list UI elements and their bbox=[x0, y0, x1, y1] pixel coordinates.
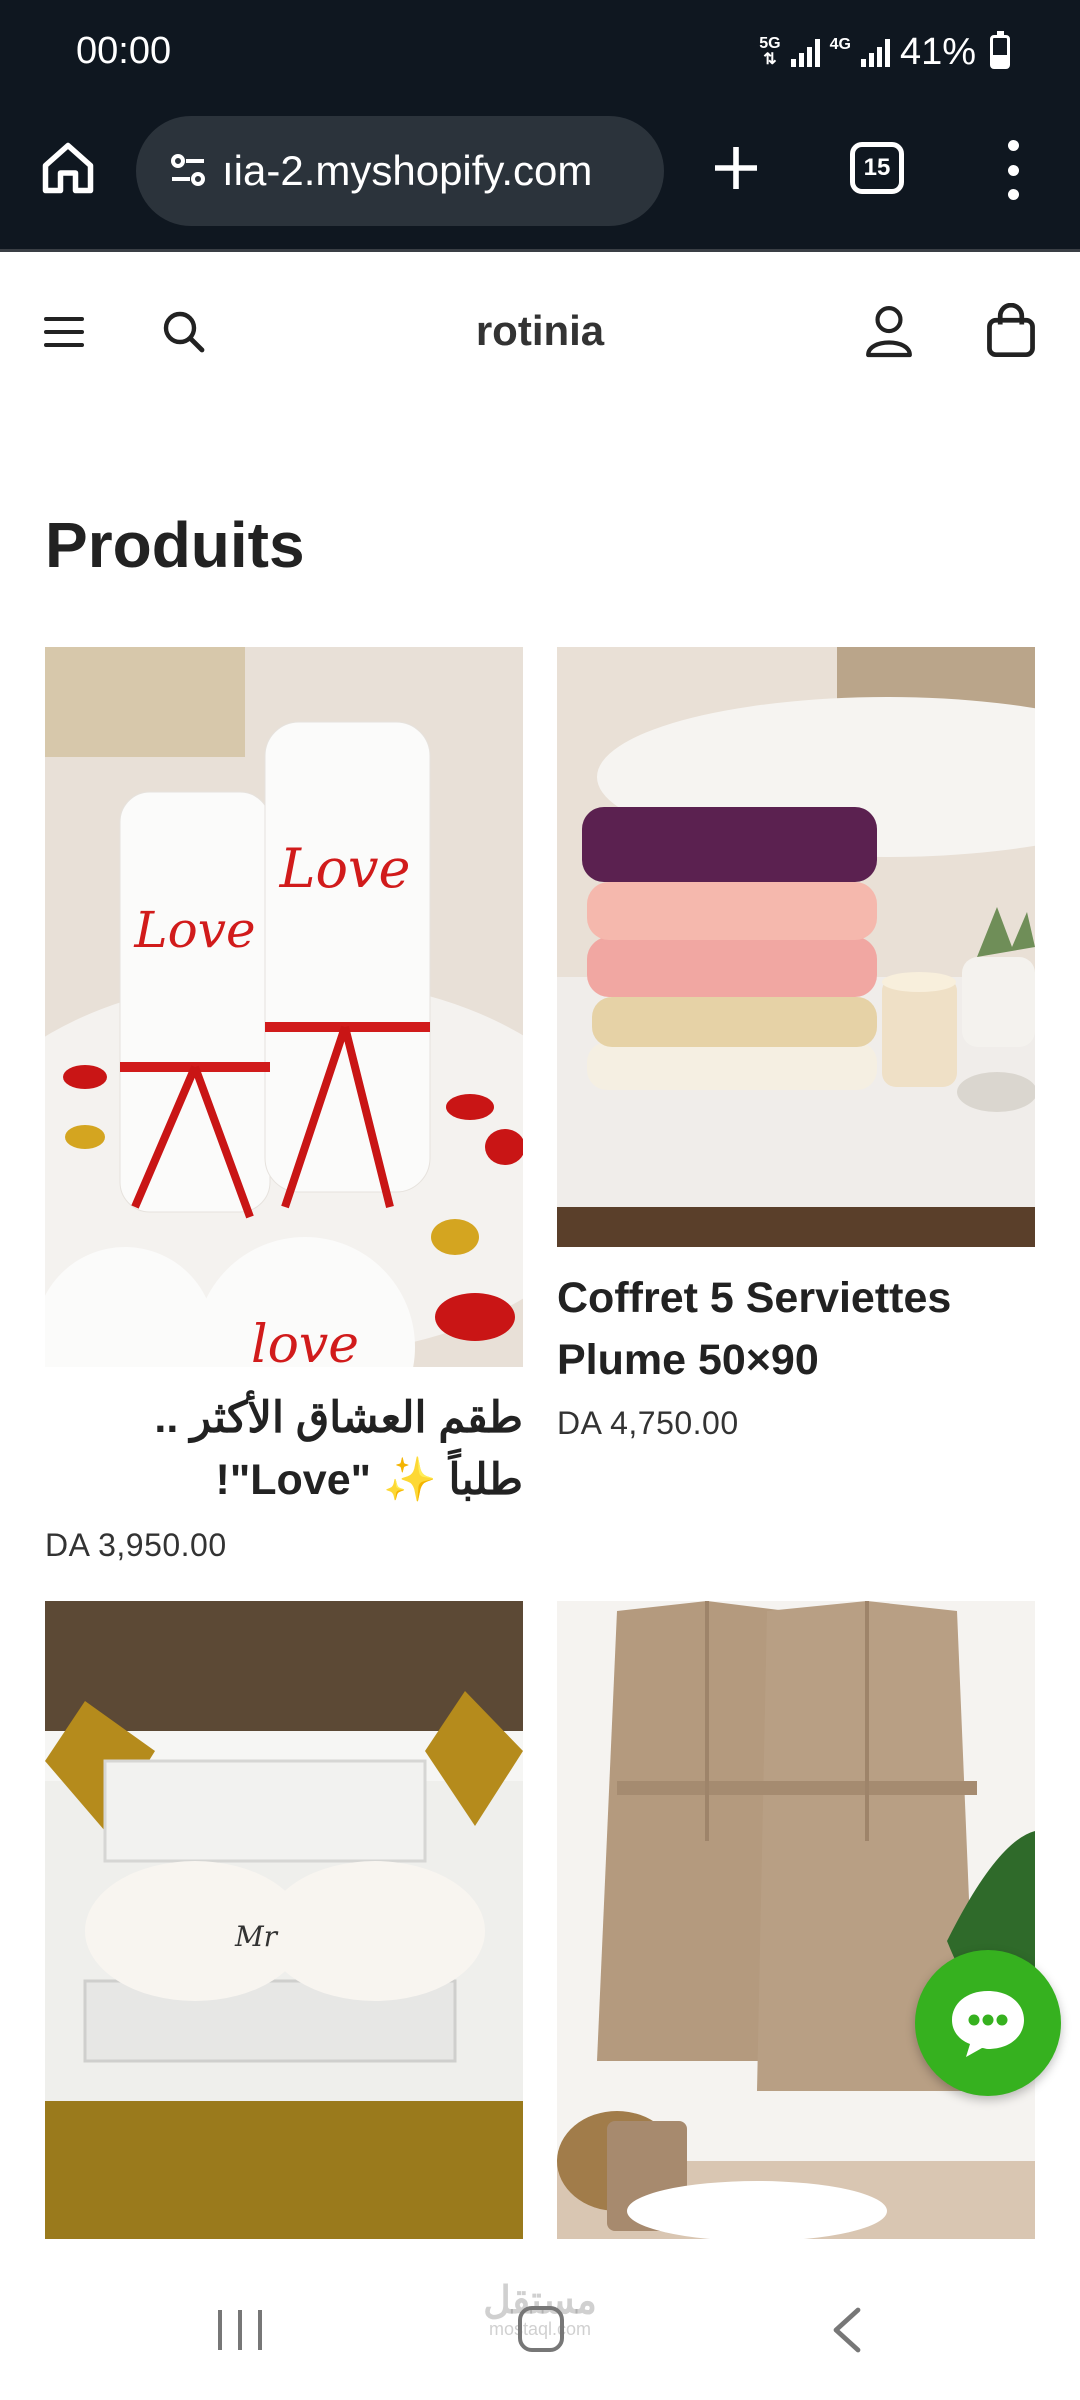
plus-icon[interactable] bbox=[708, 140, 764, 196]
chat-button[interactable] bbox=[915, 1950, 1061, 2096]
product-name[interactable]: Coffret 5 Serviettes Plume 50×90 bbox=[557, 1267, 1035, 1391]
product-name[interactable]: طقم العشاق الأكثر .. طلباً ✨ "Love"! bbox=[45, 1387, 523, 1511]
tune-icon[interactable] bbox=[164, 147, 212, 195]
svg-text:Love: Love bbox=[279, 837, 411, 900]
page-title: Produits bbox=[45, 509, 305, 581]
status-time: 00:00 bbox=[76, 30, 172, 72]
product-image-bathrobes[interactable] bbox=[557, 1601, 1035, 2239]
battery-percent: 41% bbox=[899, 30, 976, 73]
more-vert-icon[interactable] bbox=[1000, 140, 1026, 200]
tabs-icon[interactable]: 15 bbox=[850, 142, 904, 194]
url-text: ıia-2.myshopify.com bbox=[222, 147, 593, 194]
address-bar[interactable]: ıia-2.myshopify.com bbox=[136, 116, 664, 226]
account-icon[interactable] bbox=[864, 302, 914, 358]
product-price: DA 3,950.00 bbox=[45, 1527, 227, 1563]
network-4g-label: 4G bbox=[829, 36, 851, 53]
tab-count: 15 bbox=[863, 154, 891, 181]
status-indicators: 5G ⇅ 4G 41% bbox=[759, 26, 1010, 78]
chat-bubble-icon bbox=[952, 1991, 1024, 2057]
product-name-line-2: Plume 50×90 bbox=[557, 1336, 819, 1384]
network-5g-label: 5G bbox=[759, 35, 781, 52]
data-arrows-icon: ⇅ bbox=[763, 51, 777, 68]
store-logo[interactable]: rotinia bbox=[0, 307, 1080, 355]
home-icon[interactable] bbox=[38, 138, 98, 198]
signal-icon bbox=[860, 37, 890, 67]
svg-text:Mr: Mr bbox=[234, 1920, 279, 1953]
network-4g-indicator: 4G bbox=[830, 37, 851, 67]
product-price: DA 4,750.00 bbox=[557, 1405, 739, 1441]
towel-set-illustration: Love Love love bbox=[45, 647, 523, 1367]
product-name-line-2: طلباً ✨ "Love"! bbox=[215, 1456, 523, 1504]
towel-stack-illustration bbox=[557, 647, 1035, 1247]
home-nav-icon[interactable] bbox=[518, 2306, 564, 2352]
product-image-love-towels[interactable]: Love Love love bbox=[45, 647, 523, 1367]
product-name-line-1: طقم العشاق الأكثر .. bbox=[154, 1394, 523, 1442]
bathrobes-illustration bbox=[557, 1601, 1035, 2239]
svg-text:Love: Love bbox=[133, 901, 255, 959]
product-image-robe-gift-box[interactable]: Mr bbox=[45, 1601, 523, 2239]
recent-apps-icon[interactable] bbox=[218, 2310, 262, 2350]
network-5g-indicator: 5G ⇅ bbox=[759, 36, 780, 68]
battery-fill bbox=[993, 54, 1007, 66]
back-icon[interactable] bbox=[828, 2306, 868, 2354]
store-header: rotinia bbox=[0, 255, 1080, 415]
svg-text:love: love bbox=[251, 1315, 359, 1367]
signal-icon bbox=[790, 37, 820, 67]
gift-box-illustration: Mr bbox=[45, 1601, 523, 2239]
status-bar: 00:00 5G ⇅ 4G 41% bbox=[0, 0, 1080, 108]
product-name-line-1: Coffret 5 Serviettes bbox=[557, 1274, 952, 1322]
battery-icon bbox=[990, 31, 1010, 69]
system-nav-bar: مستقل mostaql.com bbox=[0, 2240, 1080, 2400]
product-image-towel-stack[interactable] bbox=[557, 647, 1035, 1247]
browser-toolbar: ıia-2.myshopify.com 15 bbox=[0, 108, 1080, 252]
cart-icon[interactable] bbox=[984, 303, 1038, 359]
